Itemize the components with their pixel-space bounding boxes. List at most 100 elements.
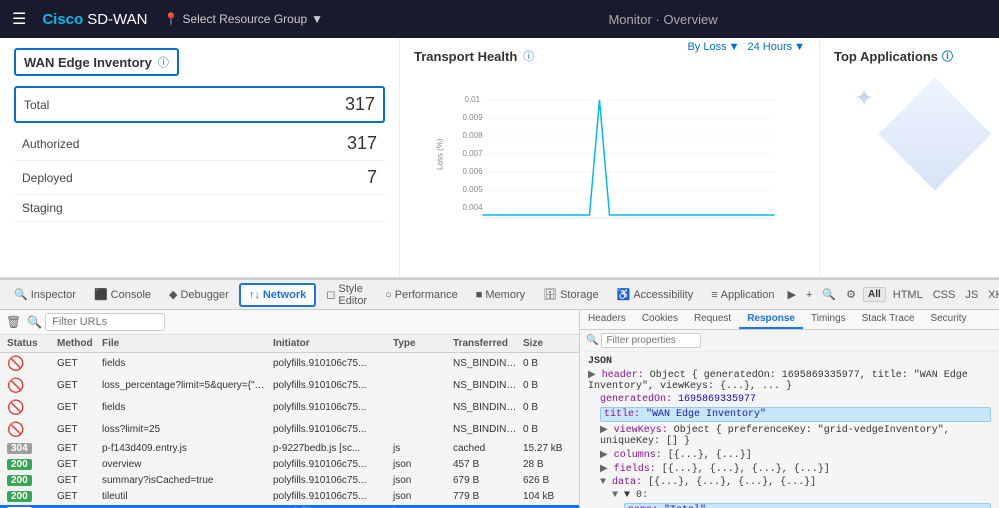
collapse-header-arrow[interactable]: ▶	[588, 370, 596, 381]
collapse-data-arrow[interactable]: ▼	[600, 477, 606, 488]
json-data-0-label: ▼ 0:	[624, 490, 648, 501]
by-loss-filter[interactable]: By Loss ▼	[687, 41, 739, 53]
add-icon[interactable]: +	[803, 287, 815, 303]
wan-edge-info-icon[interactable]: ⓘ	[158, 54, 169, 70]
transport-health-title: Transport Health	[414, 49, 517, 64]
subtab-security[interactable]: Security	[922, 310, 974, 329]
tab-application[interactable]: ≡ Application	[703, 285, 782, 305]
wan-edge-panel: WAN Edge Inventory ⓘ Total 317 Authorize…	[0, 38, 400, 277]
svg-text:0.004: 0.004	[463, 203, 484, 212]
all-filter-tab[interactable]: All	[863, 287, 886, 302]
json-data[interactable]: ▼ data: [{...}, {...}, {...}, {...}]	[600, 477, 991, 488]
json-data-0-name: name: "Total"	[624, 503, 991, 508]
json-data-0[interactable]: ▼ ▼ 0:	[612, 490, 991, 501]
table-row[interactable]: 🚫 GET fields polyfills.910106c75... NS_B…	[0, 397, 579, 419]
resource-group-selector[interactable]: 📍 Select Resource Group ▼	[163, 12, 323, 26]
chevron-down-icon: ▼	[311, 12, 323, 26]
play-icon[interactable]: ▶	[784, 286, 798, 303]
tab-inspector[interactable]: 🔍 Inspector	[6, 284, 84, 305]
table-row[interactable]: 200 GET tileutil polyfills.910106c75... …	[0, 489, 579, 505]
table-row[interactable]: 200 GET overview polyfills.910106c75... …	[0, 457, 579, 473]
hamburger-icon[interactable]: ☰	[12, 9, 26, 29]
css-tab[interactable]: CSS	[930, 287, 959, 303]
collapse-columns-arrow[interactable]: ▶	[600, 450, 608, 461]
collapse-viewkeys-arrow[interactable]: ▶	[600, 425, 608, 436]
table-row[interactable]: 🚫 GET loss?limit=25 polyfills.910106c75.…	[0, 419, 579, 441]
stat-deployed-value: 7	[367, 167, 377, 188]
transport-health-info-icon[interactable]: ⓘ	[523, 48, 534, 64]
status-blocked-icon: 🚫	[7, 377, 24, 393]
filter-icon: 🔍	[586, 335, 598, 346]
table-row[interactable]: 🚫 GET fields polyfills.910106c75... NS_B…	[0, 353, 579, 375]
tab-storage[interactable]: 🗄 Storage	[535, 284, 607, 305]
search-icon[interactable]: 🔍	[819, 286, 839, 303]
table-row[interactable]: 🚫 GET loss_percentage?limit=5&query={"qu…	[0, 375, 579, 397]
collapse-fields-arrow[interactable]: ▶	[600, 464, 608, 475]
clear-network-button[interactable]: 🗑	[6, 315, 21, 329]
header-size: Size	[520, 337, 575, 350]
subtab-stack-trace[interactable]: Stack Trace	[854, 310, 923, 329]
table-row[interactable]: 200 GET summary?isCached=true polyfills.…	[0, 473, 579, 489]
xhr-tab[interactable]: XHR	[985, 287, 999, 303]
tab-performance[interactable]: ○ Performance	[377, 285, 466, 305]
stat-deployed-row: Deployed 7	[14, 161, 385, 195]
chart-svg: 0.01 0.009 0.008 0.007 0.006 0.005 0.004…	[414, 90, 805, 250]
settings-icon[interactable]: ⚙	[843, 286, 859, 303]
subtab-cookies[interactable]: Cookies	[634, 310, 686, 329]
svg-text:0.007: 0.007	[463, 149, 484, 158]
tab-accessibility-label: Accessibility	[633, 289, 693, 301]
header-initiator: Initiator	[270, 337, 390, 350]
tab-style-editor[interactable]: ◻ Style Editor	[318, 279, 375, 311]
top-applications-info-icon[interactable]: ⓘ	[942, 48, 953, 64]
subtab-timings[interactable]: Timings	[803, 310, 854, 329]
inspector-icon: 🔍	[14, 288, 28, 301]
file-cell: fields	[99, 357, 270, 370]
filter-properties-input[interactable]	[601, 333, 701, 348]
top-applications-title: Top Applications	[834, 49, 938, 64]
svg-text:0.01: 0.01	[465, 95, 481, 104]
subtab-headers[interactable]: Headers	[580, 310, 634, 329]
response-subtab-bar: Headers Cookies Request Response Timings…	[580, 310, 999, 330]
tab-network[interactable]: ↑↓ Network	[239, 283, 316, 307]
memory-icon: ■	[476, 289, 483, 301]
hours-filter[interactable]: 24 Hours ▼	[747, 41, 805, 53]
header-status: Status	[4, 337, 54, 350]
network-filter-area: 🔍	[27, 313, 573, 331]
json-title-value: "WAN Edge Inventory"	[646, 409, 766, 420]
transport-health-chart: 0.01 0.009 0.008 0.007 0.006 0.005 0.004…	[414, 90, 805, 250]
page-title-area: Monitor · Overview	[339, 12, 987, 27]
svg-text:0.005: 0.005	[463, 185, 484, 194]
table-row[interactable]: 304 GET p-f143d409.entry.js p-9227bedb.j…	[0, 441, 579, 457]
tab-memory[interactable]: ■ Memory	[468, 285, 533, 305]
json-title-key: title:	[604, 409, 640, 420]
star-decoration: ✦	[854, 84, 874, 113]
json-generated-on: generatedOn: 1695869335977	[600, 394, 991, 405]
tab-console[interactable]: ⬛ Console	[86, 284, 159, 305]
initiator-cell: polyfills.910106c75...	[270, 357, 390, 370]
collapse-data0-arrow[interactable]: ▼	[612, 490, 618, 501]
diamond-decoration	[878, 77, 991, 190]
json-header-section[interactable]: ▶ header: Object { generatedOn: 16958693…	[588, 369, 991, 392]
transport-health-filters: By Loss ▼ 24 Hours ▼	[687, 41, 805, 53]
json-fields[interactable]: ▶ fields: [{...}, {...}, {...}, {...}]	[600, 463, 991, 475]
page-section: Overview	[663, 12, 717, 27]
json-columns[interactable]: ▶ columns: [{...}, {...}]	[600, 449, 991, 461]
console-icon: ⬛	[94, 288, 108, 301]
filter-properties-area: 🔍	[586, 333, 701, 348]
tab-accessibility[interactable]: ♿ Accessibility	[609, 284, 702, 305]
network-filter-input[interactable]	[45, 313, 165, 331]
js-tab[interactable]: JS	[962, 287, 981, 303]
devtools-body: 🗑 🔍 Status Method File Initiator Type Tr…	[0, 310, 999, 508]
chevron-down-icon: ▼	[729, 41, 740, 53]
tab-console-label: Console	[111, 289, 151, 301]
html-tab[interactable]: HTML	[890, 287, 926, 303]
json-view-keys[interactable]: ▶ viewKeys: Object { preferenceKey: "gri…	[600, 424, 991, 447]
json-header-summary: Object { generatedOn: 1695869335977, tit…	[588, 370, 968, 392]
subtab-response[interactable]: Response	[739, 310, 803, 329]
tab-debugger[interactable]: ◆ Debugger	[161, 284, 237, 305]
tab-memory-label: Memory	[485, 289, 525, 301]
performance-icon: ○	[385, 289, 392, 301]
top-navigation: ☰ Cisco SD-WAN 📍 Select Resource Group ▼…	[0, 0, 999, 38]
subtab-request[interactable]: Request	[686, 310, 739, 329]
wan-edge-title-box: WAN Edge Inventory ⓘ	[14, 48, 179, 76]
